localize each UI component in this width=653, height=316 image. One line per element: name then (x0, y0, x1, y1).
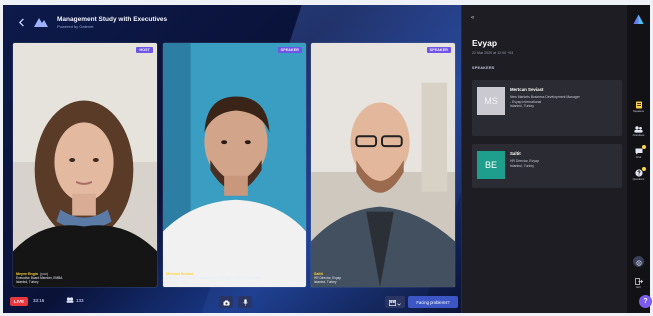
back-arrow-icon[interactable] (13, 13, 31, 31)
exit-icon (634, 277, 643, 285)
help-button[interactable]: ? (639, 295, 652, 308)
settings-button[interactable] (633, 256, 644, 267)
host-video-feed (13, 43, 157, 287)
participant-location: Istanbul, Turkey (166, 279, 189, 284)
rail-label: Chat (635, 156, 642, 159)
chevron-down-icon (397, 293, 401, 311)
grid-layout-icon (388, 293, 397, 311)
rail-label: Questions (632, 178, 645, 181)
gear-icon (635, 253, 642, 271)
camera-button[interactable] (219, 296, 233, 308)
viewers-icon (66, 297, 74, 304)
rail-item-attendees[interactable]: Attendees (627, 125, 650, 137)
speaker-location: Istanbul, Turkey (510, 163, 534, 168)
role-badge: HOST (136, 47, 153, 53)
microphone-icon (242, 293, 248, 311)
notification-dot (642, 145, 646, 149)
avatar: BE (477, 151, 505, 179)
participant-caption: Mertcan Seviast New Markets Business Dev… (166, 272, 303, 284)
speaker-1-video-feed (163, 43, 306, 287)
participant-location: Istanbul, Turkey (314, 279, 337, 284)
event-title: Management Study with Executives (57, 15, 168, 23)
rail-label: Attendees (632, 134, 645, 137)
questions-icon (634, 167, 646, 177)
speaker-2-video-feed (311, 43, 455, 287)
speaker-info: Mertcan Seviast New Markets Business Dev… (510, 87, 618, 109)
rail-label: Speakers (633, 110, 644, 113)
title-block: Management Study with Executives Powered… (57, 16, 167, 29)
role-badge: SPEAKER (426, 47, 451, 53)
chat-icon (634, 145, 646, 155)
rail-item-exit[interactable]: Exit (627, 277, 650, 289)
rail-item-questions[interactable]: Questions (627, 167, 650, 181)
speakers-icon (634, 101, 643, 109)
speaker-location: Istanbul, Turkey (510, 104, 534, 109)
rail-item-chat[interactable]: Chat (627, 145, 650, 159)
video-tile-speaker-2[interactable]: SPEAKER Saltit HR Director, Evyap Istanb… (310, 42, 456, 288)
speaker-info: Saltit HR Director, Evyap Istanbul, Turk… (510, 151, 618, 168)
live-badge: LIVE (10, 297, 29, 306)
bottom-control-bar: LIVE 33:16 133 Facing problems? (3, 291, 461, 313)
speaker-name: Saltit (510, 151, 521, 156)
app-logo-icon (33, 15, 49, 29)
event-subtitle: Powered by Gatenet (57, 23, 94, 29)
participant-location: Istanbul, Turkey (16, 279, 39, 284)
rail-label: Exit (636, 286, 641, 289)
top-bar: Management Study with Executives Powered… (3, 5, 461, 39)
brand-logo-icon (627, 14, 650, 25)
viewer-count-value: 133 (76, 298, 84, 303)
speaker-card[interactable]: MS Mertcan Seviast New Markets Business … (472, 80, 622, 136)
session-timer: 33:16 (33, 298, 45, 303)
app-window: Management Study with Executives Powered… (3, 5, 650, 313)
video-tile-host[interactable]: HOST Meyve Engin (you) Executive Board Me… (12, 42, 158, 288)
participant-caption: Saltit HR Director, Evyap Istanbul, Turk… (314, 272, 452, 284)
rail-item-speakers[interactable]: Speakers (627, 101, 650, 113)
collapse-panel-icon[interactable]: « (471, 15, 474, 21)
speaker-name: Mertcan Seviast (510, 87, 544, 92)
speaker-card[interactable]: BE Saltit HR Director, Evyap Istanbul, T… (472, 144, 622, 188)
event-date: 22 Mar 2020 at 12:00 +03 (472, 51, 514, 55)
viewer-count: 133 (66, 297, 84, 304)
avatar: MS (477, 87, 505, 115)
attendees-icon (634, 125, 643, 133)
participant-caption: Meyve Engin (you) Executive Board Member,… (16, 272, 154, 284)
notification-dot (642, 167, 646, 171)
speakers-section-label: SPEAKERS (472, 66, 495, 70)
camera-icon (223, 293, 230, 311)
right-nav-rail: Speakers Attendees Chat Questions Exit (627, 5, 650, 313)
microphone-button[interactable] (238, 296, 252, 308)
video-tile-speaker-1[interactable]: SPEAKER Mertcan Seviast New Markets Busi… (162, 42, 307, 288)
facing-problems-button[interactable]: Facing problems? (408, 296, 458, 308)
event-side-panel: « Evyap 22 Mar 2020 at 12:00 +03 SPEAKER… (461, 5, 627, 313)
layout-button[interactable] (385, 296, 405, 308)
event-name: Evyap (472, 38, 498, 48)
role-badge: SPEAKER (277, 47, 302, 53)
